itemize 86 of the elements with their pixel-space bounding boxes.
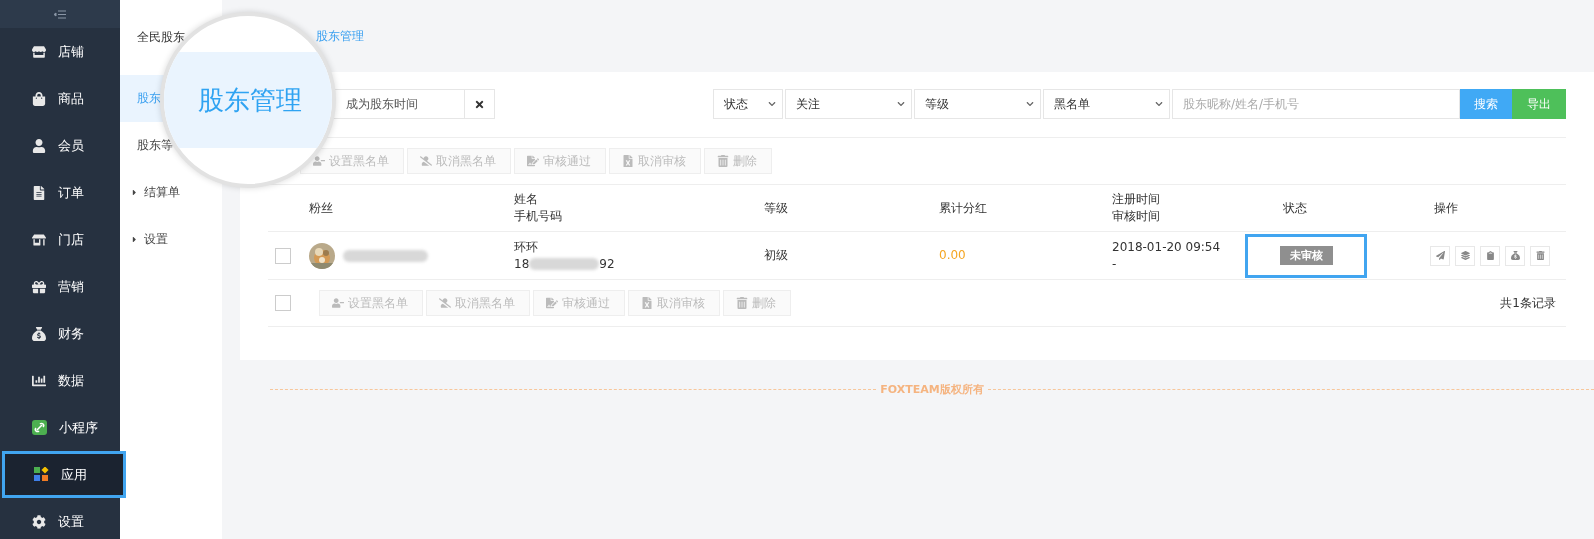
- table-cell-text: 初级: [763, 247, 789, 264]
- document-icon: [527, 155, 539, 167]
- chevron-icon: [1155, 100, 1163, 108]
- clear-button[interactable]: [465, 89, 495, 119]
- sidebar-item[interactable]: 商品: [0, 75, 120, 122]
- copyright-text: FOXTEAM版权所有: [880, 382, 984, 397]
- sidebar-item[interactable]: 营销: [0, 263, 120, 310]
- sidebar-item[interactable]: 应用: [2, 451, 126, 498]
- checkbox[interactable]: [275, 247, 291, 264]
- sidebar-item[interactable]: 小程序: [0, 404, 120, 451]
- sidebar-label: 门店: [58, 230, 84, 249]
- sidebar-item[interactable]: 数据: [0, 357, 120, 404]
- trash-icon: [1535, 251, 1545, 260]
- sidebar-item[interactable]: 财务: [0, 310, 120, 357]
- document-icon: [32, 185, 46, 200]
- user-icon: [313, 155, 325, 167]
- money-bag-icon: [1510, 251, 1520, 260]
- sidebar-label: 会员: [58, 136, 84, 155]
- sidebar-item[interactable]: 订单: [0, 169, 120, 216]
- column-header: 等级: [763, 199, 789, 217]
- sidebar-label: 营销: [58, 277, 84, 296]
- status-badge: 未审核: [1279, 246, 1333, 265]
- close-icon: [474, 98, 485, 110]
- shop-icon: [32, 232, 46, 247]
- column-header: 姓名 手机号码: [513, 191, 563, 225]
- document-icon: [622, 155, 634, 167]
- column-header: 累计分红: [938, 199, 988, 217]
- column-header: 操作: [1433, 199, 1459, 217]
- document-icon: [546, 297, 558, 309]
- sidebar-label: 小程序: [59, 418, 98, 437]
- trash-icon: [717, 155, 729, 167]
- sidebar-item[interactable]: 店铺: [0, 28, 120, 75]
- magnified-label: 股东管理: [198, 83, 302, 117]
- subnav-title: 全民股东: [136, 29, 186, 46]
- sidebar-label: 订单: [58, 183, 84, 202]
- sidebar-item[interactable]: 门店: [0, 216, 120, 263]
- sidebar-label: 应用: [61, 465, 87, 484]
- row-action-button[interactable]: [1430, 245, 1450, 266]
- column-header: 状态: [1282, 199, 1308, 217]
- send-icon: [1435, 251, 1445, 260]
- subnav-item[interactable]: 设置: [120, 216, 222, 263]
- chevron-icon: [1026, 100, 1034, 108]
- sidebar-item[interactable]: 会员: [0, 122, 120, 169]
- filter-select[interactable]: 关注: [785, 89, 912, 119]
- filter-select[interactable]: 等级: [914, 89, 1041, 119]
- table-cell-text: 0.00: [938, 247, 967, 264]
- sidebar-label: 财务: [58, 324, 84, 343]
- chevron-icon: [768, 100, 776, 108]
- table-cell-text: 2018-01-20 09:54 -: [1111, 238, 1222, 273]
- sidebar-label: 商品: [58, 89, 84, 108]
- collapse-menu-icon[interactable]: [54, 9, 66, 19]
- user-icon: [420, 155, 432, 167]
- gift-icon: [32, 279, 46, 294]
- chevron-icon: [897, 100, 905, 108]
- sidebar-item[interactable]: 设置: [0, 498, 120, 539]
- row-action-button[interactable]: [1480, 245, 1500, 266]
- layers-icon: [1460, 251, 1470, 260]
- column-header: 粉丝: [308, 199, 334, 217]
- column-header: 注册时间 审核时间: [1111, 191, 1161, 225]
- sidebar-label: 设置: [58, 512, 84, 531]
- bar-chart-icon: [32, 373, 46, 388]
- record-count: 共1条记录: [1500, 294, 1556, 312]
- money-bag-icon: [32, 326, 46, 341]
- store-icon: [32, 44, 46, 59]
- search-field[interactable]: 股东昵称/姓名/手机号: [1172, 89, 1460, 119]
- caret-icon: [130, 188, 139, 197]
- subnav-item[interactable]: 结算单: [120, 169, 222, 216]
- row-action-button[interactable]: [1455, 245, 1475, 266]
- row-action-button[interactable]: [1530, 245, 1550, 266]
- checkbox[interactable]: [275, 295, 291, 311]
- clipboard-icon: [1485, 251, 1495, 260]
- apps-icon: [34, 467, 49, 482]
- filter-select[interactable]: 黑名单: [1043, 89, 1170, 119]
- table-cell-text: 环环 18 92: [513, 238, 616, 273]
- sidebar-label: 店铺: [58, 42, 84, 61]
- user-icon: [439, 297, 451, 309]
- row-action-button[interactable]: [1505, 245, 1525, 266]
- settings-icon: [32, 514, 46, 529]
- user-icon: [332, 297, 344, 309]
- sidebar-label: 数据: [58, 371, 84, 390]
- document-icon: [641, 297, 653, 309]
- filter-select[interactable]: 状态: [713, 89, 783, 119]
- bag-icon: [32, 91, 46, 106]
- trash-icon: [736, 297, 748, 309]
- caret-icon: [130, 235, 139, 244]
- user-icon: [32, 138, 46, 153]
